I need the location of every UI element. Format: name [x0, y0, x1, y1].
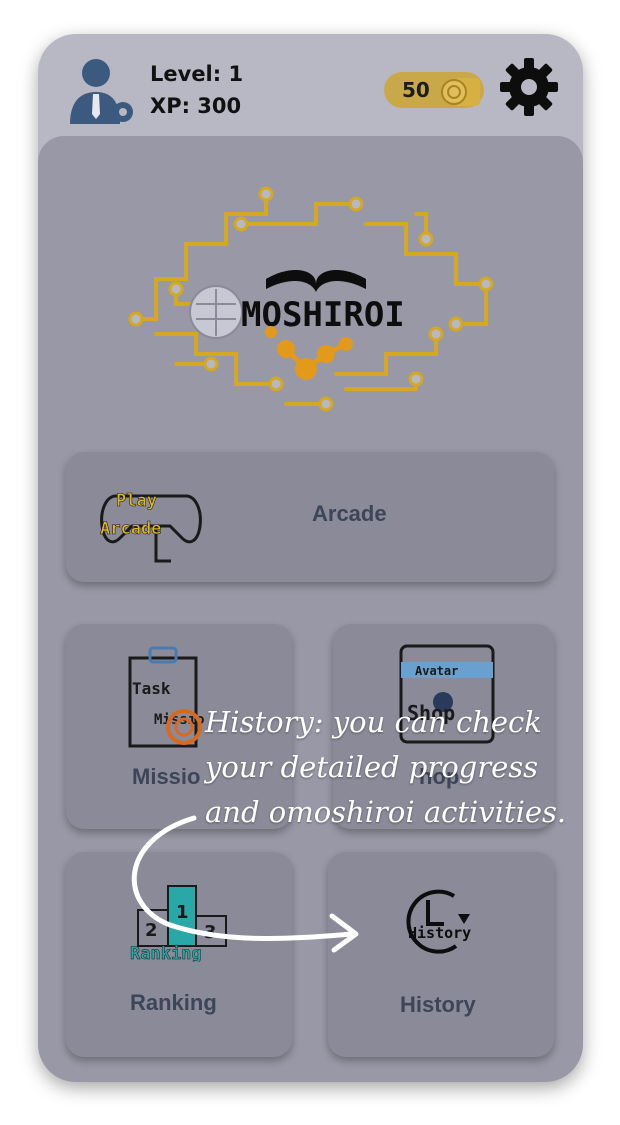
- ranking-label: Ranking: [130, 990, 217, 1015]
- top-bar: Level: 1 XP: 300 50: [38, 34, 583, 144]
- coin-count: 50: [402, 78, 430, 102]
- moshiroi-logo: MOSHIROI: [128, 186, 494, 412]
- xp-label: XP: 300: [150, 94, 242, 118]
- coin-stack-icon: [441, 78, 480, 106]
- tutorial-tooltip: History: you can check your detailed pro…: [205, 700, 615, 835]
- svg-text:3: 3: [204, 922, 217, 943]
- svg-text:1: 1: [176, 902, 189, 923]
- coin-balance[interactable]: 50: [384, 72, 484, 108]
- history-clock-icon: History: [406, 889, 471, 954]
- game-controller-icon: Play Arcade: [100, 491, 202, 563]
- history-label: History: [400, 992, 476, 1017]
- arcade-tile[interactable]: Play Arcade Arcade: [66, 452, 554, 582]
- svg-text:Avatar: Avatar: [415, 664, 458, 678]
- logo-brand-text: MOSHIROI: [241, 295, 405, 335]
- ranking-tile[interactable]: 2 1 3 Ranking Ranking: [66, 852, 292, 1057]
- tooltip-line-2: your detailed progress: [205, 750, 539, 784]
- arcade-label: Arcade: [312, 501, 387, 526]
- svg-text:Arcade: Arcade: [100, 519, 161, 539]
- tooltip-line-1: History: you can check: [205, 705, 542, 739]
- svg-text:History: History: [408, 924, 471, 942]
- settings-gear-icon[interactable]: [498, 56, 560, 118]
- podium-icon: 2 1 3 Ranking: [130, 885, 227, 962]
- level-label: Level: 1: [150, 62, 244, 86]
- svg-text:2: 2: [145, 920, 158, 941]
- phone-frame: Level: 1 XP: 300 50 MOSHIROI Play Arcade…: [38, 34, 583, 1082]
- user-profile-icon[interactable]: [66, 56, 138, 128]
- history-tile[interactable]: History History: [328, 852, 554, 1057]
- svg-text:Play: Play: [116, 491, 157, 511]
- svg-text:Ranking: Ranking: [130, 944, 202, 962]
- tooltip-line-3: and omoshiroi activities.: [205, 795, 567, 829]
- svg-text:Task: Task: [132, 679, 171, 698]
- missions-label: Missio: [132, 764, 201, 789]
